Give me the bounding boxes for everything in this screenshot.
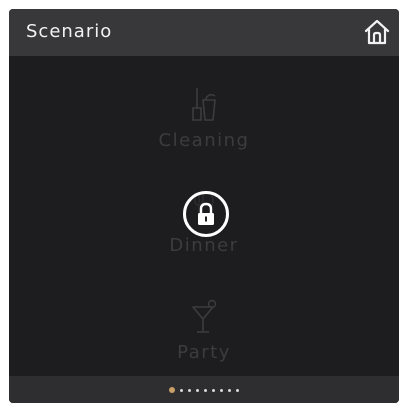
cocktail-icon [192, 299, 217, 333]
scenario-panel: Scenario Cleaning Dinner Party [9, 9, 399, 403]
page-title: Scenario [26, 21, 113, 42]
page-indicator [9, 387, 399, 393]
scene-list: Cleaning Dinner Party [9, 56, 399, 376]
home-icon [364, 19, 390, 45]
lock-icon [198, 202, 214, 225]
page-dot[interactable] [188, 388, 191, 392]
page-dot[interactable] [204, 388, 207, 392]
page-dot[interactable] [228, 388, 231, 392]
lock-button[interactable] [183, 191, 229, 237]
home-button[interactable] [362, 17, 392, 47]
page-dot[interactable] [236, 388, 239, 392]
broom-bucket-icon [192, 88, 216, 121]
header-bar: Scenario [9, 9, 399, 56]
page-dot[interactable] [212, 388, 215, 392]
page-dot[interactable] [220, 388, 223, 392]
page-dot[interactable] [180, 388, 183, 392]
pagination-bar [9, 376, 399, 403]
scene-label: Party [177, 342, 231, 363]
scene-label: Dinner [169, 235, 239, 256]
scene-item-cleaning[interactable]: Cleaning [9, 56, 399, 156]
page-dot[interactable] [196, 388, 199, 392]
scene-item-party[interactable]: Party [9, 266, 399, 366]
page-dot[interactable] [169, 387, 175, 393]
scene-label: Cleaning [158, 130, 250, 151]
